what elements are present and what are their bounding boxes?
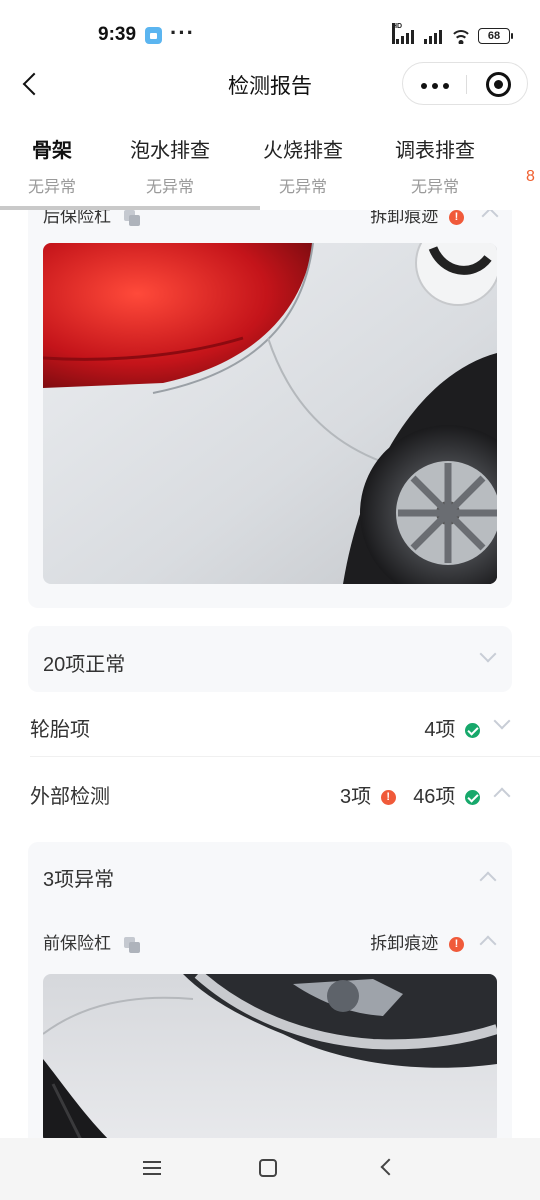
rear-bumper-photo[interactable] bbox=[43, 243, 497, 584]
tab-title: 火烧排查 bbox=[263, 140, 343, 162]
tab-status: 无异常 bbox=[410, 179, 459, 196]
status-time: 9:39 bbox=[98, 24, 137, 45]
tab-odometer-check[interactable]: 调表排查 无异常 bbox=[375, 134, 495, 197]
normal-group-label: 20项正常 bbox=[43, 654, 126, 676]
normal-group-card[interactable]: 20项正常 bbox=[28, 626, 512, 692]
target-close-icon[interactable] bbox=[486, 72, 511, 97]
system-navigation-bar bbox=[0, 1138, 540, 1200]
tab-title: 骨架 bbox=[32, 140, 72, 162]
tab-fire-check[interactable]: 火烧排查 无异常 bbox=[243, 134, 363, 197]
ok-count-text: 46项 bbox=[413, 786, 456, 808]
tab-title: 泡水排查 bbox=[130, 140, 210, 162]
exterior-ok-count: 46项 bbox=[413, 780, 480, 809]
ok-count-text: 4项 bbox=[424, 719, 456, 741]
report-content[interactable]: 后保险杠 拆卸痕迹 ! 20项正常 轮胎项 4项 外部检测 3项 ! 46项 3… bbox=[0, 210, 540, 1138]
tab-status: 无异常 bbox=[145, 179, 194, 196]
more-dots-icon[interactable] bbox=[421, 83, 449, 89]
item-name: 后保险杠 bbox=[43, 210, 111, 226]
chevron-up-icon[interactable] bbox=[479, 935, 497, 953]
tab-peek-count[interactable]: 8 bbox=[526, 168, 535, 186]
tab-status: 无异常 bbox=[278, 179, 327, 196]
chevron-up-icon[interactable] bbox=[479, 871, 497, 889]
item-status: 拆卸痕迹 ! bbox=[370, 210, 464, 227]
warning-icon: ! bbox=[380, 790, 396, 806]
back-icon[interactable] bbox=[380, 1158, 398, 1176]
item-name: 前保险杠 bbox=[43, 934, 111, 953]
status-more-dots: ··· bbox=[170, 20, 195, 45]
tab-skeleton[interactable]: 骨架 无异常 bbox=[0, 134, 112, 197]
capsule-divider bbox=[466, 75, 467, 94]
hd-signal-icon: HD bbox=[392, 23, 416, 44]
abnormal-item-card: 后保险杠 拆卸痕迹 ! bbox=[28, 210, 512, 608]
nav-bar: 检测报告 bbox=[0, 60, 540, 108]
chevron-up-icon[interactable] bbox=[493, 787, 511, 805]
category-tabs: 骨架 无异常 泡水排查 无异常 火烧排查 无异常 调表排查 无异常 8 bbox=[0, 128, 540, 210]
chevron-up-icon[interactable] bbox=[481, 210, 499, 225]
warning-icon: ! bbox=[449, 210, 464, 226]
copy-icon[interactable] bbox=[123, 936, 140, 953]
row-divider bbox=[30, 756, 540, 757]
car-rear-photo bbox=[43, 243, 497, 584]
abnormal-group-card: 3项异常 前保险杠 拆卸痕迹 ! bbox=[28, 842, 512, 1138]
tab-title: 调表排查 bbox=[395, 140, 475, 162]
item-status-text: 拆卸痕迹 bbox=[370, 210, 439, 226]
mini-program-capsule bbox=[402, 62, 528, 105]
car-front-photo bbox=[43, 974, 497, 1138]
menu-icon[interactable] bbox=[143, 1161, 161, 1175]
chevron-down-icon[interactable] bbox=[479, 645, 497, 663]
copy-icon[interactable] bbox=[123, 210, 140, 226]
signal-icon bbox=[422, 28, 444, 44]
check-icon bbox=[465, 723, 480, 739]
warn-count-text: 3项 bbox=[340, 786, 372, 808]
item-status: 拆卸痕迹 ! bbox=[370, 929, 464, 954]
notification-app-icon bbox=[145, 27, 162, 44]
battery-icon: 68 bbox=[478, 28, 513, 44]
check-icon bbox=[465, 790, 480, 806]
status-indicators: HD 68 bbox=[392, 23, 513, 46]
tab-flood-check[interactable]: 泡水排查 无异常 bbox=[110, 134, 230, 197]
item-label: 前保险杠 bbox=[43, 929, 140, 954]
hd-label: HD bbox=[392, 23, 402, 44]
home-icon[interactable] bbox=[259, 1159, 277, 1177]
item-label: 后保险杠 bbox=[43, 210, 140, 227]
tab-status: 无异常 bbox=[27, 179, 76, 196]
abnormal-group-label: 3项异常 bbox=[43, 869, 115, 891]
tire-row-label: 轮胎项 bbox=[30, 719, 90, 741]
exterior-row-label: 外部检测 bbox=[30, 786, 110, 808]
item-status-text: 拆卸痕迹 bbox=[370, 934, 439, 953]
chevron-down-icon[interactable] bbox=[493, 712, 511, 730]
front-bumper-photo[interactable] bbox=[43, 974, 497, 1138]
tab-indicator bbox=[0, 206, 260, 210]
exterior-warn-count: 3项 ! bbox=[340, 780, 396, 809]
wifi-icon bbox=[450, 28, 472, 44]
warning-icon: ! bbox=[449, 937, 464, 953]
tire-ok-count: 4项 bbox=[424, 713, 480, 742]
